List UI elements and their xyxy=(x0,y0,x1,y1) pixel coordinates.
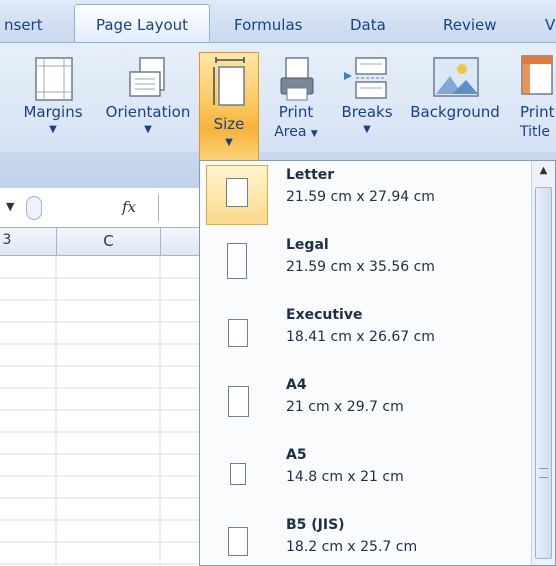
menu-item-legal[interactable]: Legal 21.59 cm x 35.56 cm xyxy=(200,231,530,301)
tab-view[interactable]: V xyxy=(545,16,555,34)
menu-item-dimensions: 14.8 cm x 21 cm xyxy=(286,469,404,485)
formula-bar: ▼ fx xyxy=(0,188,200,228)
page-icon xyxy=(228,386,249,417)
breaks-label: Breaks xyxy=(341,103,393,121)
tab-formulas[interactable]: Formulas xyxy=(234,16,302,34)
menu-item-name: Legal xyxy=(286,237,329,253)
scrollbar-grip-icon xyxy=(539,468,548,478)
print-area-label: Print xyxy=(278,103,314,121)
margins-label: Margins xyxy=(23,103,83,121)
chevron-down-icon: ▼ xyxy=(49,124,57,135)
menu-item-a4[interactable]: A4 21 cm x 29.7 cm xyxy=(200,371,530,441)
menu-item-name: A4 xyxy=(286,377,307,393)
menu-item-a5[interactable]: A5 14.8 cm x 21 cm xyxy=(200,441,530,511)
background-icon xyxy=(433,57,479,97)
page-icon xyxy=(226,178,248,207)
tab-page-layout[interactable]: Page Layout xyxy=(74,4,210,42)
menu-item-b5-jis[interactable]: B5 (JIS) 18.2 cm x 25.7 cm xyxy=(200,511,530,565)
page-icon xyxy=(230,463,246,485)
size-button[interactable]: Size ▼ xyxy=(199,52,259,162)
tab-data[interactable]: Data xyxy=(350,16,386,34)
menu-item-dimensions: 21.59 cm x 27.94 cm xyxy=(286,189,435,205)
page-icon xyxy=(227,243,247,279)
menu-item-dimensions: 18.41 cm x 26.67 cm xyxy=(286,329,435,345)
tab-review[interactable]: Review xyxy=(443,16,497,34)
menu-item-executive[interactable]: Executive 18.41 cm x 26.67 cm xyxy=(200,301,530,371)
orientation-label: Orientation xyxy=(105,103,191,121)
menu-scrollbar[interactable]: ▲ xyxy=(531,161,555,565)
chevron-down-icon: ▼ xyxy=(363,124,371,135)
column-header-row: 3 C xyxy=(0,228,200,256)
column-header-b[interactable]: 3 xyxy=(0,232,14,248)
print-titles-label: Print xyxy=(520,103,555,121)
menu-item-dimensions: 21.59 cm x 35.56 cm xyxy=(286,259,435,275)
orientation-button[interactable]: Orientation ▼ xyxy=(98,42,198,194)
print-titles-label-2: Title xyxy=(520,124,551,140)
page-size-icon xyxy=(213,57,245,106)
print-area-icon xyxy=(280,57,314,101)
scroll-up-arrow-icon[interactable]: ▲ xyxy=(532,165,555,176)
print-titles-icon xyxy=(521,55,553,95)
menu-item-letter[interactable]: Letter 21.59 cm x 27.94 cm xyxy=(200,161,530,231)
background-label: Background xyxy=(410,103,500,121)
margins-icon xyxy=(35,57,73,101)
name-box-dropdown-icon[interactable]: ▼ xyxy=(6,200,14,213)
chevron-down-icon: ▼ xyxy=(144,124,152,135)
page-icon xyxy=(228,319,248,347)
menu-item-dimensions: 21 cm x 29.7 cm xyxy=(286,399,404,415)
menu-item-dimensions: 18.2 cm x 25.7 cm xyxy=(286,539,418,555)
menu-item-name: Letter xyxy=(286,167,335,183)
formula-input[interactable] xyxy=(158,194,201,222)
menu-item-name: B5 (JIS) xyxy=(286,517,345,533)
margins-button[interactable]: Margins ▼ xyxy=(16,42,90,194)
column-divider xyxy=(160,228,161,256)
formula-bar-divider xyxy=(26,196,42,220)
column-header-c[interactable]: C xyxy=(57,232,160,250)
size-label: Size xyxy=(213,115,245,133)
print-area-label-2: Area ▼ xyxy=(274,124,318,140)
breaks-icon xyxy=(344,57,387,99)
chevron-down-icon: ▼ xyxy=(225,137,233,148)
menu-item-name: A5 xyxy=(286,447,307,463)
scrollbar-thumb[interactable] xyxy=(535,187,552,559)
page-size-menu: Letter 21.59 cm x 27.94 cm Legal 21.59 c… xyxy=(199,160,556,566)
menu-item-name: Executive xyxy=(286,307,363,323)
ribbon-tab-bar: nsert Page Layout Formulas Data Review V xyxy=(0,0,556,42)
orientation-icon xyxy=(129,57,165,97)
insert-function-icon[interactable]: fx xyxy=(122,198,136,216)
tab-insert[interactable]: nsert xyxy=(4,16,43,34)
page-icon xyxy=(228,527,248,556)
cell-grid[interactable] xyxy=(0,256,200,566)
